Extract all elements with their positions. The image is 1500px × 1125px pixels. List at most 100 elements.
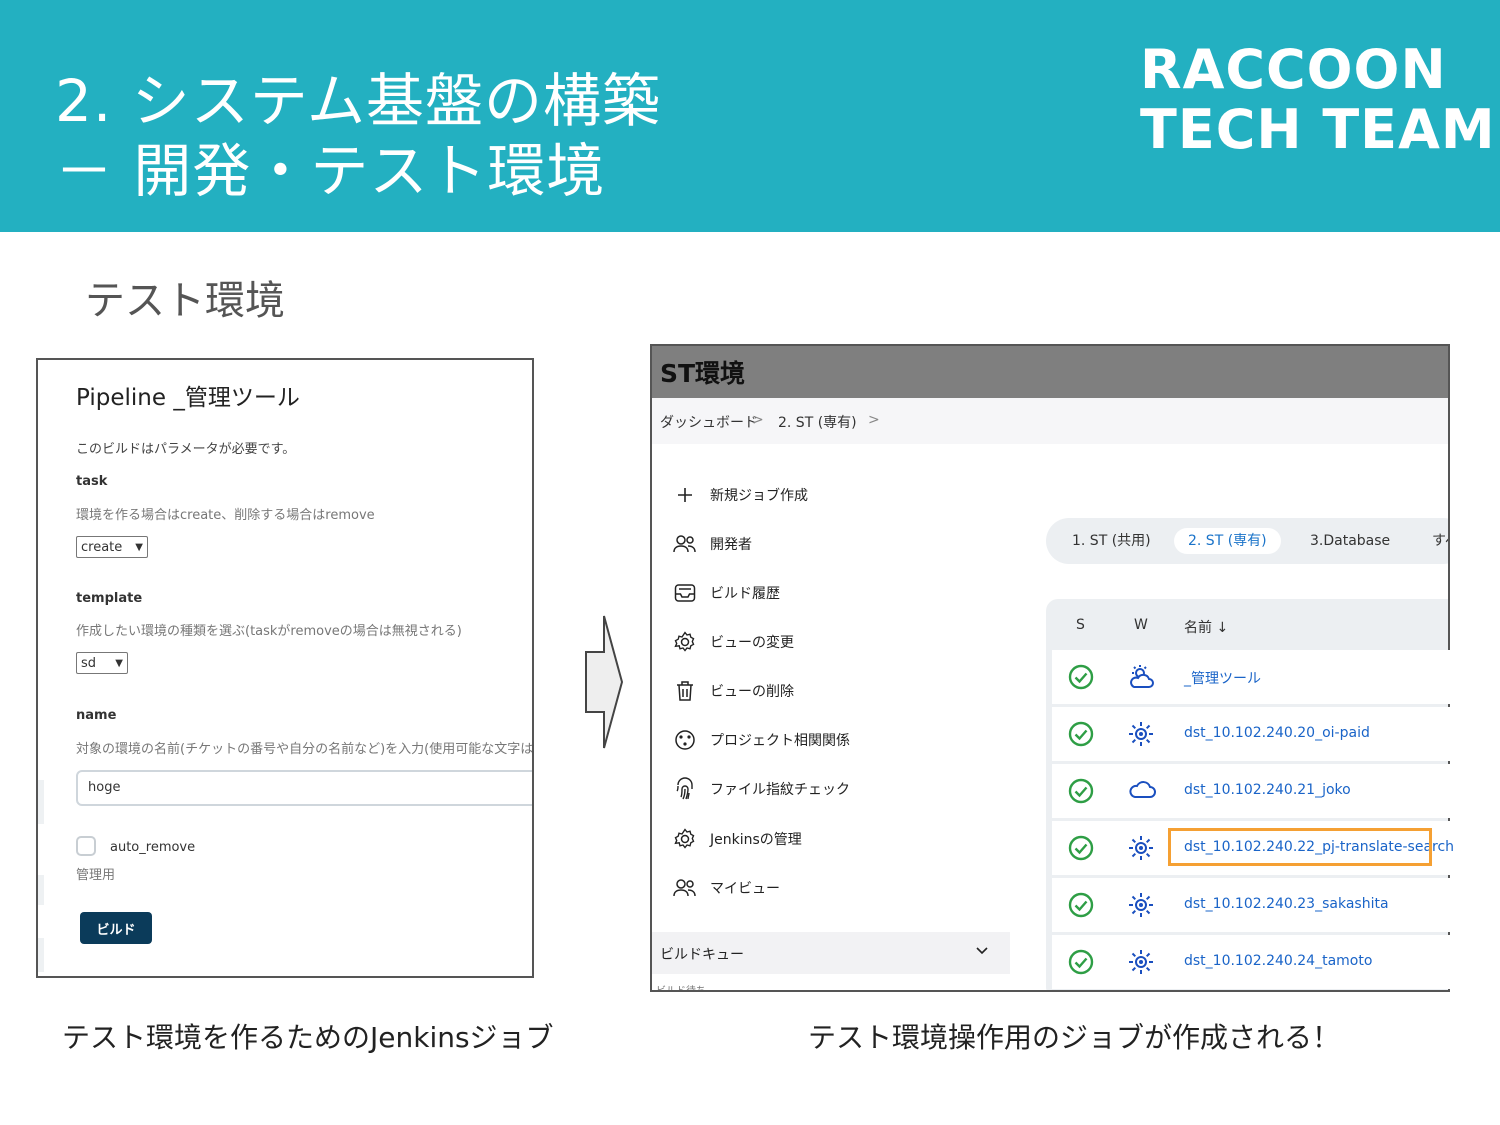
job-name-link[interactable]: dst_10.102.240.21_joko — [1184, 782, 1351, 798]
plus-icon — [672, 482, 698, 508]
sunny-icon — [1128, 949, 1154, 979]
column-header-name[interactable]: 名前 ↓ — [1184, 617, 1228, 637]
gear-icon — [672, 629, 698, 655]
template-help: 作成したい環境の種類を選ぶ(taskがremoveの場合は無視される) — [76, 624, 462, 639]
people-icon — [672, 531, 698, 557]
sidebar-item-my-view[interactable]: マイビュー — [672, 873, 780, 903]
form-description: このビルドはパラメータが必要です。 — [76, 442, 296, 457]
auto-remove-label: auto_remove — [110, 840, 196, 855]
cloudy-icon — [1128, 778, 1156, 804]
task-label: task — [76, 474, 108, 489]
breadcrumb-dashboard[interactable]: ダッシュボード — [660, 412, 758, 432]
section-subtitle: テスト環境 — [85, 278, 285, 324]
breadcrumb-view[interactable]: 2. ST (専有) — [778, 412, 857, 432]
success-status-icon — [1068, 778, 1094, 808]
brand-line2: TECH TEAM — [1140, 98, 1496, 161]
partly-cloudy-icon — [1128, 664, 1156, 694]
sunny-icon — [1128, 892, 1154, 922]
task-help: 環境を作る場合はcreate、削除する場合はremove — [76, 508, 375, 523]
chevron-down-icon: ▼ — [115, 657, 123, 669]
sidebar-item-manage-jenkins[interactable]: Jenkinsの管理 — [672, 824, 802, 854]
sunny-icon — [1128, 835, 1154, 865]
relation-icon — [672, 727, 698, 753]
table-row: _管理ツール — [1052, 650, 1450, 704]
success-status-icon — [1068, 835, 1094, 865]
panel-edge — [38, 938, 44, 972]
chevron-down-icon — [976, 947, 988, 955]
sidebar-item-label: 新規ジョブ作成 — [710, 488, 808, 504]
tab-st-dedicated[interactable]: 2. ST (専有) — [1174, 528, 1281, 554]
column-header-status[interactable]: S — [1076, 617, 1085, 633]
caption-right: テスト環境操作用のジョブが作成される！ — [808, 1021, 1341, 1054]
template-label: template — [76, 591, 143, 606]
panel-edge — [38, 780, 44, 824]
build-queue-label: ビルドキュー — [660, 947, 744, 963]
auto-remove-help: 管理用 — [76, 868, 116, 883]
table-row: dst_10.102.240.21_joko — [1052, 764, 1450, 818]
success-status-icon — [1068, 949, 1094, 979]
breadcrumb-separator: > — [752, 412, 764, 428]
highlight-box — [1168, 828, 1432, 866]
task-select[interactable]: create ▼ — [76, 536, 148, 558]
slide-title: 2. システム基盤の構築 － 開発・テスト環境 — [55, 66, 661, 206]
build-button[interactable]: ビルド — [80, 912, 152, 944]
sidebar-item-edit-view[interactable]: ビューの変更 — [672, 627, 794, 657]
slide-title-line2: － 開発・テスト環境 — [55, 137, 606, 205]
success-status-icon — [1068, 664, 1094, 694]
sidebar-item-label: 開発者 — [710, 537, 752, 553]
task-select-value: create — [81, 539, 123, 555]
header-band: 2. システム基盤の構築 － 開発・テスト環境 RACCOON TECH TEA… — [0, 0, 1500, 232]
caption-left: テスト環境を作るためのJenkinsジョブ — [62, 1021, 554, 1054]
brand-logo: RACCOON TECH TEAM — [1140, 40, 1496, 160]
sidebar-item-build-history[interactable]: ビルド履歴 — [672, 578, 780, 608]
name-label: name — [76, 708, 117, 723]
sidebar-item-label: ファイル指紋チェック — [710, 782, 850, 798]
column-header-weather[interactable]: W — [1134, 617, 1148, 633]
brand-line1: RACCOON — [1140, 38, 1447, 101]
sunny-icon — [1128, 721, 1154, 751]
view-tabs: 1. ST (共用) 2. ST (専有) 3.Database すべ — [1046, 518, 1448, 564]
sidebar-item-fingerprint[interactable]: ファイル指紋チェック — [672, 774, 850, 804]
success-status-icon — [1068, 721, 1094, 751]
jenkins-build-form: Pipeline _管理ツール このビルドはパラメータが必要です。 task 環… — [36, 358, 534, 978]
job-name-link[interactable]: dst_10.102.240.24_tamoto — [1184, 953, 1372, 969]
right-arrow-icon — [585, 615, 624, 749]
tab-database[interactable]: 3.Database — [1296, 528, 1404, 554]
build-queue-toggle[interactable]: ビルドキュー — [652, 932, 1010, 974]
template-select[interactable]: sd ▼ — [76, 652, 128, 674]
gear-icon — [672, 826, 698, 852]
sidebar-item-developers[interactable]: 開発者 — [672, 529, 752, 559]
sidebar-item-project-relationship[interactable]: プロジェクト相関関係 — [672, 725, 850, 755]
job-name-link[interactable]: dst_10.102.240.20_oi-paid — [1184, 725, 1370, 741]
table-row: dst_10.102.240.24_tamoto — [1052, 935, 1450, 989]
sidebar-item-label: Jenkinsの管理 — [710, 832, 802, 848]
view-header: ST環境 — [652, 346, 1448, 398]
tab-all[interactable]: すべ — [1418, 528, 1448, 554]
inbox-icon — [672, 580, 698, 606]
trash-icon — [672, 678, 698, 704]
job-name-link[interactable]: dst_10.102.240.23_sakashita — [1184, 896, 1389, 912]
sidebar-item-label: ビューの変更 — [710, 635, 794, 651]
breadcrumb-separator: > — [868, 412, 880, 428]
sidebar-item-label: マイビュー — [710, 881, 780, 897]
fingerprint-icon — [672, 776, 698, 802]
job-name-link[interactable]: _管理ツール — [1184, 668, 1261, 688]
sidebar-item-label: ビルド履歴 — [710, 586, 780, 602]
chevron-down-icon: ▼ — [135, 541, 143, 553]
people-icon — [672, 875, 698, 901]
sidebar-item-label: プロジェクト相関関係 — [710, 733, 850, 749]
auto-remove-checkbox[interactable] — [76, 836, 96, 856]
template-select-value: sd — [81, 655, 97, 671]
table-row: dst_10.102.240.23_sakashita — [1052, 878, 1450, 932]
table-row: dst_10.102.240.20_oi-paid — [1052, 707, 1450, 761]
sidebar-item-new-job[interactable]: 新規ジョブ作成 — [672, 480, 808, 510]
panel-edge — [38, 875, 44, 905]
build-queue-status: ビルド待ち — [656, 986, 706, 992]
pipeline-title: Pipeline _管理ツール — [76, 385, 300, 411]
tab-st-shared[interactable]: 1. ST (共用) — [1058, 528, 1165, 554]
sidebar-item-delete-view[interactable]: ビューの削除 — [672, 676, 794, 706]
name-help: 対象の環境の名前(チケットの番号や自分の名前など)を入力(使用可能な文字は大文 — [76, 742, 534, 757]
sidebar-item-label: ビューの削除 — [710, 684, 794, 700]
breadcrumb: ダッシュボード > 2. ST (専有) > — [652, 398, 1448, 444]
name-input[interactable]: hoge — [76, 770, 532, 806]
